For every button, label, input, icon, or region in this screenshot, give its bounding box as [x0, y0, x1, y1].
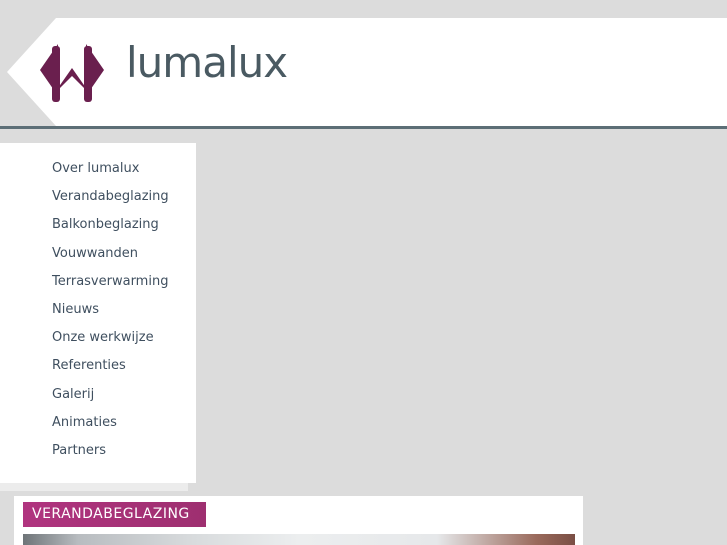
- sidebar-shadow: [0, 483, 188, 491]
- nav-item-onze-werkwijze[interactable]: Onze werkwijze: [52, 329, 169, 357]
- content-panel: VERANDABEGLAZING: [14, 496, 583, 545]
- brand-name[interactable]: lumalux: [126, 42, 288, 84]
- section-title: VERANDABEGLAZING: [23, 502, 206, 527]
- lumalux-logo-icon[interactable]: [38, 40, 106, 110]
- nav-list: Over lumalux Verandabeglazing Balkonbegl…: [52, 160, 169, 470]
- nav-item-referenties[interactable]: Referenties: [52, 357, 169, 385]
- site-header: [0, 18, 727, 126]
- nav-item-nieuws[interactable]: Nieuws: [52, 301, 169, 329]
- nav-item-over-lumalux[interactable]: Over lumalux: [52, 160, 169, 188]
- nav-item-balkonbeglazing[interactable]: Balkonbeglazing: [52, 216, 169, 244]
- nav-item-vouwwanden[interactable]: Vouwwanden: [52, 245, 169, 273]
- nav-item-partners[interactable]: Partners: [52, 442, 169, 470]
- veranda-photo: [23, 534, 575, 545]
- sidebar-nav: Over lumalux Verandabeglazing Balkonbegl…: [0, 143, 196, 483]
- header-background: [7, 18, 727, 126]
- nav-item-verandabeglazing[interactable]: Verandabeglazing: [52, 188, 169, 216]
- nav-item-terrasverwarming[interactable]: Terrasverwarming: [52, 273, 169, 301]
- nav-item-animaties[interactable]: Animaties: [52, 414, 169, 442]
- header-divider: [0, 126, 727, 129]
- nav-item-galerij[interactable]: Galerij: [52, 386, 169, 414]
